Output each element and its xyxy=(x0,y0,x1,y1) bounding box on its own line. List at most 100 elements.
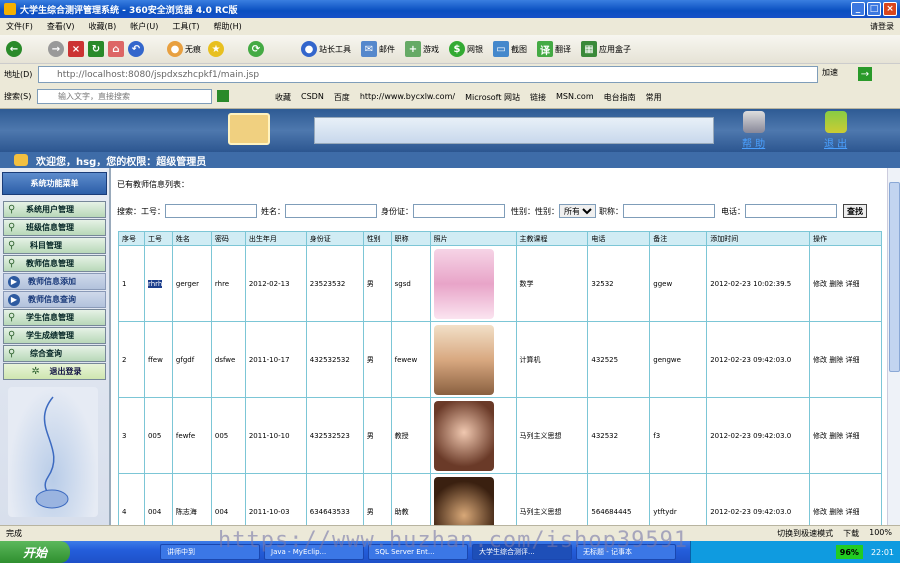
actions-cell[interactable]: 修改 删除 详细 xyxy=(809,397,882,474)
bank-icon: $ xyxy=(449,41,465,57)
home-icon[interactable]: ⌂ xyxy=(108,41,124,57)
scrollbar-thumb[interactable] xyxy=(889,182,900,372)
address-bar: 地址(D) http://localhost:8080/jspdxszhcpkf… xyxy=(0,64,900,85)
title-input[interactable] xyxy=(623,204,715,218)
sidebar-item-teacher-query[interactable]: ▶ 教师信息查询 xyxy=(3,291,106,308)
stop-icon[interactable]: × xyxy=(68,41,84,57)
sidebar-item-student-scores[interactable]: ⚲ 学生成绩管理 xyxy=(3,327,106,344)
search-go-icon[interactable] xyxy=(217,90,229,102)
star-icon[interactable]: ★ xyxy=(208,41,224,57)
cell: 2 xyxy=(118,321,145,398)
col-header: 出生年月 xyxy=(244,231,307,246)
cell: gfgdf xyxy=(171,321,212,398)
toolbar-mail[interactable]: ✉ 邮件 xyxy=(358,39,398,59)
sidebar-item-query[interactable]: ⚲ 综合查询 xyxy=(3,345,106,362)
phone-input[interactable] xyxy=(745,204,837,218)
menu-account[interactable]: 帐户(U) xyxy=(130,21,158,32)
logout-button[interactable]: ✲ 退出登录 xyxy=(3,363,106,380)
sidebar-decoration xyxy=(8,387,98,517)
back-icon[interactable]: ← xyxy=(6,41,22,57)
address-input[interactable]: http://localhost:8080/jspdxszhcpkf1/main… xyxy=(38,66,818,83)
battery-level[interactable]: 96% xyxy=(835,545,863,559)
fav-link[interactable]: 收藏 xyxy=(275,92,291,103)
translate-icon: 译 xyxy=(537,41,553,57)
undo-icon[interactable]: ↶ xyxy=(128,41,144,57)
toolbar-games[interactable]: + 游戏 xyxy=(402,39,442,59)
maximize-button[interactable]: □ xyxy=(867,2,881,16)
cell: 男 xyxy=(362,245,392,322)
cell: gengwe xyxy=(649,321,708,398)
actions-cell[interactable]: 修改 删除 详细 xyxy=(809,245,882,322)
fav-link[interactable]: 链接 xyxy=(530,92,546,103)
status-text: 完成 xyxy=(6,529,22,538)
menu-view[interactable]: 查看(V) xyxy=(47,21,75,32)
speed-mode-button[interactable]: 切换到极速模式 xyxy=(777,528,833,539)
wrench-icon: ⚲ xyxy=(8,203,16,215)
screenshot-icon: ▭ xyxy=(493,41,509,57)
name-input[interactable] xyxy=(285,204,377,218)
col-header: 操作 xyxy=(809,231,882,246)
cell: 2012-02-23 09:42:03.0 xyxy=(706,397,811,474)
menu-help[interactable]: 帮助(H) xyxy=(214,21,242,32)
cell: dsfwe xyxy=(210,321,246,398)
gender-select[interactable]: 所有 xyxy=(559,204,596,218)
idcard-input[interactable] xyxy=(413,204,505,218)
search-label: 搜索(S) xyxy=(4,92,32,101)
minimize-button[interactable]: _ xyxy=(851,2,865,16)
fav-link[interactable]: Microsoft 网站 xyxy=(465,92,520,103)
fav-link[interactable]: 电台指南 xyxy=(604,92,636,103)
browser-logo-icon xyxy=(4,3,16,15)
forward-icon[interactable]: → xyxy=(48,41,64,57)
fav-link[interactable]: CSDN xyxy=(301,92,324,103)
start-button[interactable]: 开始 xyxy=(0,541,70,563)
appbox-icon: ▦ xyxy=(581,41,597,57)
exit-button[interactable]: 退 出 xyxy=(824,111,847,150)
sidebar-item-system-users[interactable]: ⚲ 系统用户管理 xyxy=(3,201,106,218)
go-icon[interactable]: → xyxy=(858,67,872,81)
toolbar-appbox[interactable]: ▦ 应用盒子 xyxy=(578,39,634,59)
col-header: 姓名 xyxy=(171,231,212,246)
menu-favorites[interactable]: 收藏(B) xyxy=(89,21,117,32)
close-button[interactable]: × xyxy=(883,2,897,16)
sidebar-item-class-info[interactable]: ⚲ 班级信息管理 xyxy=(3,219,106,236)
sidebar-item-subjects[interactable]: ⚲ 科目管理 xyxy=(3,237,106,254)
fav-link[interactable]: MSN.com xyxy=(556,92,594,103)
find-button[interactable]: 查找 xyxy=(843,204,867,218)
speed-up-button[interactable]: 加速 xyxy=(822,67,838,78)
actions-cell[interactable]: 修改 删除 详细 xyxy=(809,321,882,398)
fav-link[interactable]: 百度 xyxy=(334,92,350,103)
col-header: 备注 xyxy=(649,231,708,246)
sync-icon[interactable]: ⟳ xyxy=(248,41,264,57)
menu-tools[interactable]: 工具(T) xyxy=(172,21,199,32)
toolbar-screenshot[interactable]: ▭ 截图 xyxy=(490,39,530,59)
sidebar-item-student-info[interactable]: ⚲ 学生信息管理 xyxy=(3,309,106,326)
cell: 1 xyxy=(118,245,145,322)
watermark: https://www.huzhan.com/ishop39591 xyxy=(218,528,689,553)
menu-file[interactable]: 文件(F) xyxy=(6,21,33,32)
toolbar-bank[interactable]: $ 网银 xyxy=(446,39,486,59)
refresh-icon[interactable]: ↻ xyxy=(88,41,104,57)
cell: 004 xyxy=(210,473,246,525)
private-mode-icon: ● xyxy=(167,41,183,57)
toolbar-webmaster[interactable]: ● 站长工具 xyxy=(298,39,354,59)
zoom-level[interactable]: 100% xyxy=(869,528,892,539)
sidebar-item-teacher-add[interactable]: ▶ 教师信息添加 xyxy=(3,273,106,290)
menu-bar: 文件(F) 查看(V) 收藏(B) 帐户(U) 工具(T) 帮助(H) 请登录 xyxy=(0,18,900,35)
toolbar-translate[interactable]: 译翻译 xyxy=(534,39,574,59)
app-header: 帮 助 退 出 xyxy=(0,109,900,152)
cell: 助教 xyxy=(390,473,431,525)
actions-cell[interactable]: 修改 删除 详细 xyxy=(809,473,882,525)
help-button[interactable]: 帮 助 xyxy=(742,111,765,150)
fav-link[interactable]: http://www.bycxlw.com/ xyxy=(360,92,455,103)
sidebar-item-teacher-info[interactable]: ⚲ 教师信息管理 xyxy=(3,255,106,272)
private-mode-button[interactable]: ● 无痕 xyxy=(164,39,204,59)
help-icon xyxy=(742,111,765,133)
vertical-scrollbar[interactable] xyxy=(887,168,900,525)
login-link[interactable]: 请登录 xyxy=(870,21,894,32)
search-label: 搜索： xyxy=(117,206,141,216)
cell: 教授 xyxy=(390,397,431,474)
web-search-input[interactable]: 输入文字，直接搜索 xyxy=(37,89,212,104)
fav-link[interactable]: 常用 xyxy=(646,92,662,103)
teacher-id-input[interactable] xyxy=(165,204,257,218)
download-button[interactable]: 下载 xyxy=(843,528,859,539)
